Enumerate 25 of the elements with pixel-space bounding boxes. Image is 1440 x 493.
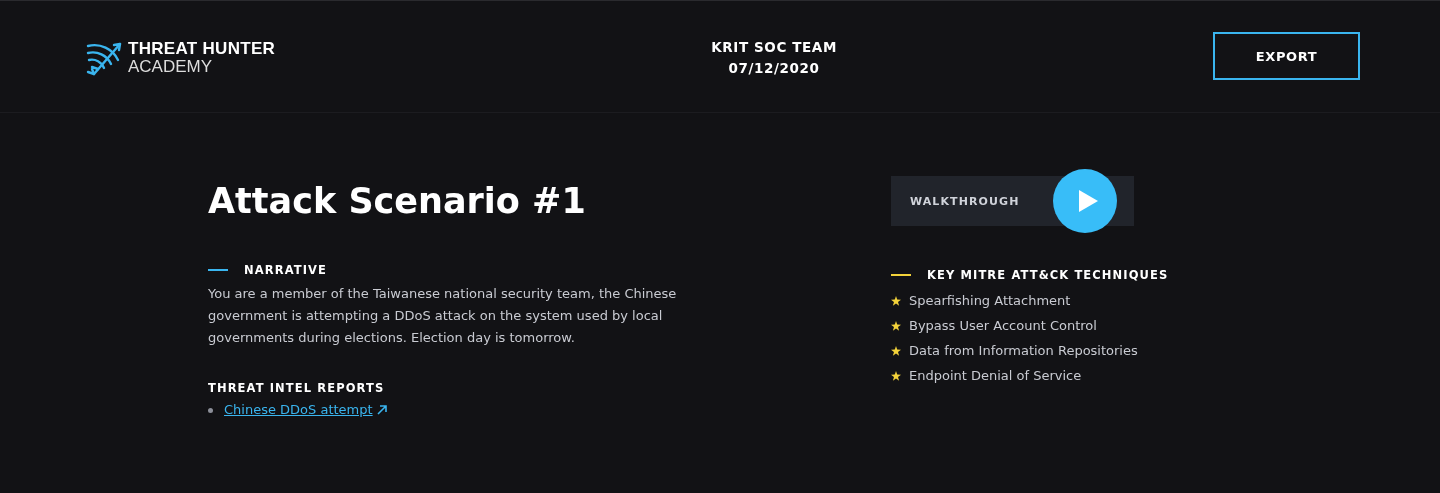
report-link[interactable]: Chinese DDoS attempt — [224, 401, 373, 419]
external-link-icon — [375, 404, 388, 416]
technique-item: Spearfishing Attachment — [909, 293, 1071, 308]
technique-item: Data from Information Repositories — [909, 343, 1138, 358]
play-icon — [1077, 189, 1099, 213]
walkthrough-button[interactable]: WALKTHROUGH — [891, 169, 1134, 233]
star-icon — [891, 320, 901, 331]
technique-item: Endpoint Denial of Service — [909, 368, 1082, 383]
bullet-icon — [208, 407, 213, 413]
logo-subtitle: ACADEMY — [128, 58, 214, 76]
team-name: KRIT SOC TEAM — [711, 38, 837, 57]
section-heading: KEY MITRE ATT&CK TECHNIQUES — [927, 268, 1169, 282]
technique-item: Bypass User Account Control — [909, 318, 1097, 333]
export-button[interactable]: EXPORT — [1213, 32, 1360, 80]
heading-rule — [891, 274, 911, 276]
logo-title: THREAT HUNTER — [128, 40, 276, 58]
star-icon — [891, 345, 901, 356]
date-text: 07/12/2020 — [728, 59, 820, 78]
section-heading: NARRATIVE — [244, 263, 328, 277]
narrative-text: You are a member of the Taiwanese national security team, the Chinese government is attempting a DDoS attack on the system used by local governments during elections. Election day is tomorrow. — [208, 285, 678, 347]
scenario-title: Attack Scenario #1 — [208, 180, 587, 223]
section-heading: THREAT INTEL REPORTS — [208, 381, 386, 395]
heading-rule — [208, 269, 228, 271]
star-icon — [891, 370, 901, 381]
star-icon — [891, 295, 901, 306]
